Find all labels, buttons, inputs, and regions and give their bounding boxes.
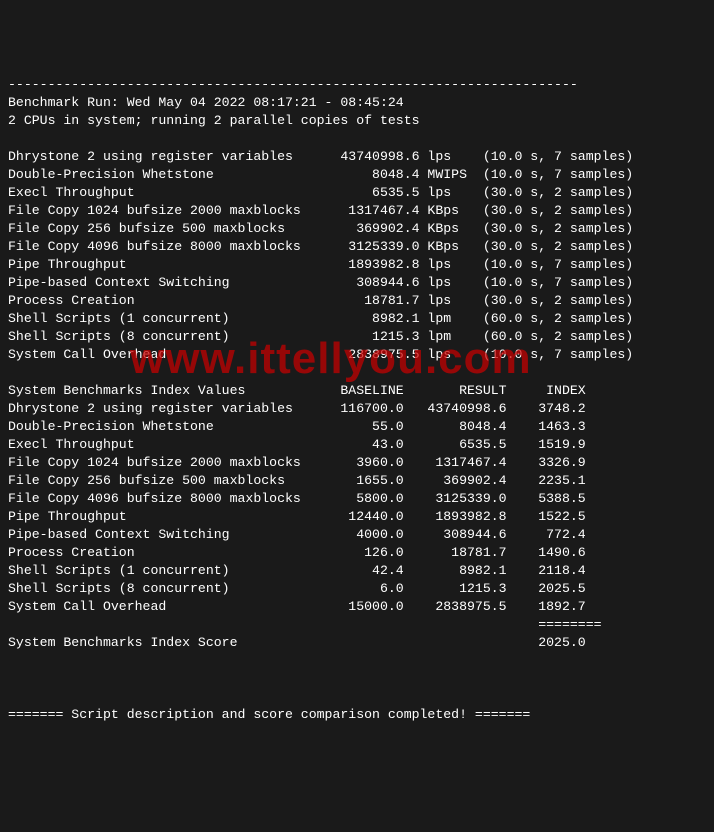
benchmark-output: ----------------------------------------… [8,76,706,724]
